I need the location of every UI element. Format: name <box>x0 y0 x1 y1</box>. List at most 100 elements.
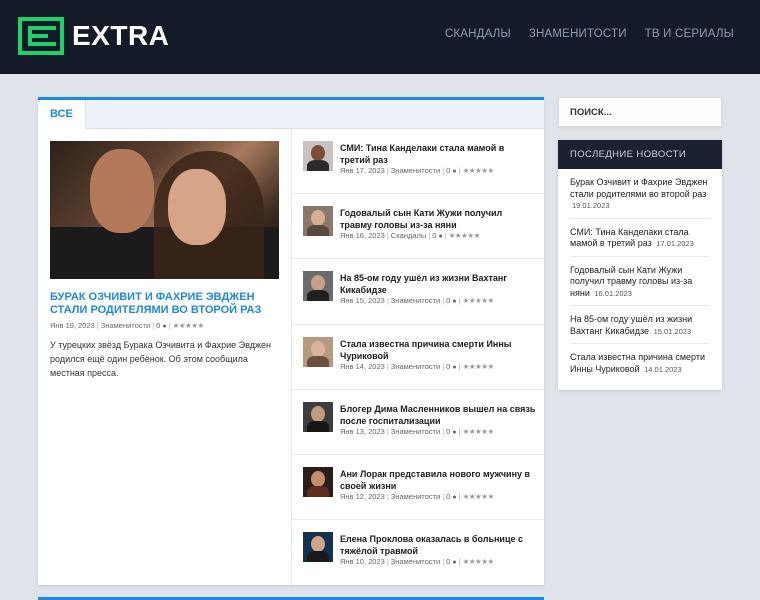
article-date: Янв 19, 2023 <box>50 321 95 330</box>
list-item: Стала известна причина смерти Инны Чурик… <box>292 325 544 390</box>
comment-icon: ● <box>452 428 457 436</box>
rating-stars-icon: ★★★★★ <box>172 321 205 330</box>
comment-icon: ● <box>438 233 443 241</box>
logo-e-icon <box>18 17 64 55</box>
logo-text: EXTRA <box>72 20 170 51</box>
article-title[interactable]: На 85-ом году ушёл из жизни Вахтанг Кика… <box>340 272 536 296</box>
article-date: Янв 14, 2023 <box>340 361 385 371</box>
rating-stars-icon: ★★★★★ <box>462 491 495 501</box>
article-date: Янв 10, 2023 <box>340 557 385 567</box>
latest-news-date: 19.01.2023 <box>572 201 610 210</box>
site-header: EXTRA СКАНДАЛЫ ЗНАМЕНИТОСТИ ТВ И СЕРИАЛЫ <box>0 0 760 74</box>
article-category-link[interactable]: Знаменитости <box>391 362 440 371</box>
article-date: Янв 15, 2023 <box>340 296 385 306</box>
article-category-link[interactable]: Знаменитости <box>391 557 440 566</box>
article-date: Янв 13, 2023 <box>340 426 385 436</box>
article-title[interactable]: Елена Проклова оказалась в больнице с тя… <box>340 533 536 557</box>
article-thumbnail[interactable] <box>303 206 333 237</box>
article-title[interactable]: Стала известна причина смерти Инны Чурик… <box>340 338 536 362</box>
article-thumbnail[interactable] <box>303 336 333 367</box>
article-category-link[interactable]: Знаменитости <box>391 166 440 175</box>
article-category-link[interactable]: Скандалы <box>391 231 427 240</box>
comment-icon: ● <box>452 559 457 567</box>
latest-news-widget: ПОСЛЕДНИЕ НОВОСТИ Бурак Озчивит и Фахрие… <box>558 140 722 390</box>
comment-icon: ● <box>452 298 457 306</box>
article-title[interactable]: Ани Лорак представила нового мужчину в с… <box>340 468 536 492</box>
article-category-link[interactable]: Знаменитости <box>391 296 440 305</box>
article-comments-count: 0 <box>446 491 451 501</box>
featured-article-title[interactable]: Бурак Озчивит и Фахрие Эвджен стали роди… <box>50 291 279 317</box>
article-comments-count: 0 <box>446 426 451 436</box>
article-meta: Янв 10, 2023 | Знаменитости | 0 ● | ★★★★★ <box>340 557 495 567</box>
article-category-link[interactable]: Знаменитости <box>391 492 440 501</box>
article-thumbnail[interactable] <box>303 466 333 497</box>
latest-news-date: 15.01.2023 <box>653 326 692 336</box>
article-meta: Янв 13, 2023 | Знаменитости | 0 ● | ★★★★★ <box>340 426 495 436</box>
list-item: Блогер Дима Масленников вышел на связь п… <box>292 390 544 455</box>
list-item: На 85-ом году ушёл из жизни Вахтанг Кика… <box>292 259 544 325</box>
article-meta: Янв 17, 2023 | Знаменитости | 0 ● | ★★★★★ <box>340 166 494 175</box>
article-date: Янв 12, 2023 <box>340 491 385 501</box>
latest-news-title: ПОСЛЕДНИЕ НОВОСТИ <box>558 140 722 169</box>
tab-bar: ВСЕ <box>38 100 544 129</box>
latest-news-item: Бурак Озчивит и Фахрие Эвджен стали роди… <box>570 169 710 219</box>
article-thumbnail[interactable] <box>303 401 333 432</box>
article-meta: Янв 12, 2023 | Знаменитости | 0 ● | ★★★★★ <box>340 491 495 501</box>
featured-article: Бурак Озчивит и Фахрие Эвджен стали роди… <box>50 141 279 380</box>
article-category-link[interactable]: Знаменитости <box>391 427 440 436</box>
article-thumbnail[interactable] <box>303 532 333 563</box>
list-item: Елена Проклова оказалась в больнице с тя… <box>292 520 544 585</box>
latest-news-date: 17.01.2023 <box>656 239 694 248</box>
article-comments-count: 0 <box>432 231 437 241</box>
tab-all[interactable]: ВСЕ <box>38 100 86 129</box>
main-news-block: ВСЕ Бурак Озчивит и Фахрие Эвджен стали … <box>38 97 544 585</box>
search-input[interactable] <box>558 97 722 127</box>
list-item: Годовалый сын Кати Жужи получил травму г… <box>292 194 544 260</box>
list-item: СМИ: Тина Канделаки стала мамой в третий… <box>292 129 544 195</box>
rating-stars-icon: ★★★★★ <box>462 426 495 436</box>
comment-icon: ● <box>452 363 457 371</box>
featured-article-excerpt: У турецких звёзд Бурака Озчивита и Фахри… <box>50 340 272 378</box>
latest-news-link[interactable]: Бурак Озчивит и Фахрие Эвджен стали роди… <box>570 177 707 199</box>
article-title[interactable]: Блогер Дима Масленников вышел на связь п… <box>340 403 536 427</box>
article-meta: Янв 14, 2023 | Знаменитости | 0 ● | ★★★★★ <box>340 361 495 371</box>
latest-news-link[interactable]: Стала известна причина смерти Инны Чурик… <box>570 352 705 374</box>
featured-article-image[interactable] <box>50 141 279 279</box>
article-meta: Янв 16, 2023 | Скандалы | 0 ● | ★★★★★ <box>340 231 481 241</box>
featured-article-meta: Янв 19, 2023 | Знаменитости | 0 ● | ★★★★★ <box>50 321 205 330</box>
article-comments-count: 0 <box>446 557 451 567</box>
article-thumbnail[interactable] <box>303 141 333 171</box>
site-logo[interactable]: EXTRA <box>18 17 169 55</box>
latest-news-list: Бурак Озчивит и Фахрие Эвджен стали роди… <box>558 169 722 381</box>
rating-stars-icon: ★★★★★ <box>462 166 495 175</box>
main-nav: СКАНДАЛЫ ЗНАМЕНИТОСТИ ТВ И СЕРИАЛЫ <box>445 28 734 40</box>
list-item: Ани Лорак представила нового мужчину в с… <box>292 455 544 521</box>
comment-icon: ● <box>452 168 457 175</box>
latest-news-date: 14.01.2023 <box>644 364 682 374</box>
rating-stars-icon: ★★★★★ <box>462 296 495 306</box>
latest-news-item: На 85-ом году ушёл из жизни Вахтанг Кика… <box>570 306 710 344</box>
latest-news-item: Годовалый сын Кати Жужи получил травму г… <box>570 257 710 306</box>
nav-item-celebrities[interactable]: ЗНАМЕНИТОСТИ <box>529 28 627 40</box>
article-date: Янв 16, 2023 <box>340 231 385 241</box>
article-list: СМИ: Тина Канделаки стала мамой в третий… <box>292 129 544 585</box>
latest-news-item: СМИ: Тина Канделаки стала мамой в третий… <box>570 219 710 257</box>
article-comments-count: 0 <box>446 296 451 306</box>
comment-icon: ● <box>162 323 167 330</box>
nav-item-tv-series[interactable]: ТВ И СЕРИАЛЫ <box>645 28 734 40</box>
rating-stars-icon: ★★★★★ <box>448 231 481 241</box>
rating-stars-icon: ★★★★★ <box>462 361 495 371</box>
article-thumbnail[interactable] <box>303 271 333 302</box>
article-title[interactable]: СМИ: Тина Канделаки стала мамой в третий… <box>340 142 536 166</box>
latest-news-item: Стала известна причина смерти Инны Чурик… <box>570 344 710 381</box>
rating-stars-icon: ★★★★★ <box>462 557 495 567</box>
article-category-link[interactable]: Знаменитости <box>101 321 150 330</box>
article-comments-count: 0 <box>446 361 451 371</box>
comment-icon: ● <box>452 493 457 501</box>
article-comments-count: 0 <box>156 321 161 330</box>
latest-news-date: 16.01.2023 <box>594 288 632 298</box>
article-title[interactable]: Годовалый сын Кати Жужи получил травму г… <box>340 207 536 231</box>
article-date: Янв 17, 2023 <box>340 166 385 175</box>
nav-item-scandals[interactable]: СКАНДАЛЫ <box>445 28 511 40</box>
article-meta: Янв 15, 2023 | Знаменитости | 0 ● | ★★★★★ <box>340 296 495 306</box>
